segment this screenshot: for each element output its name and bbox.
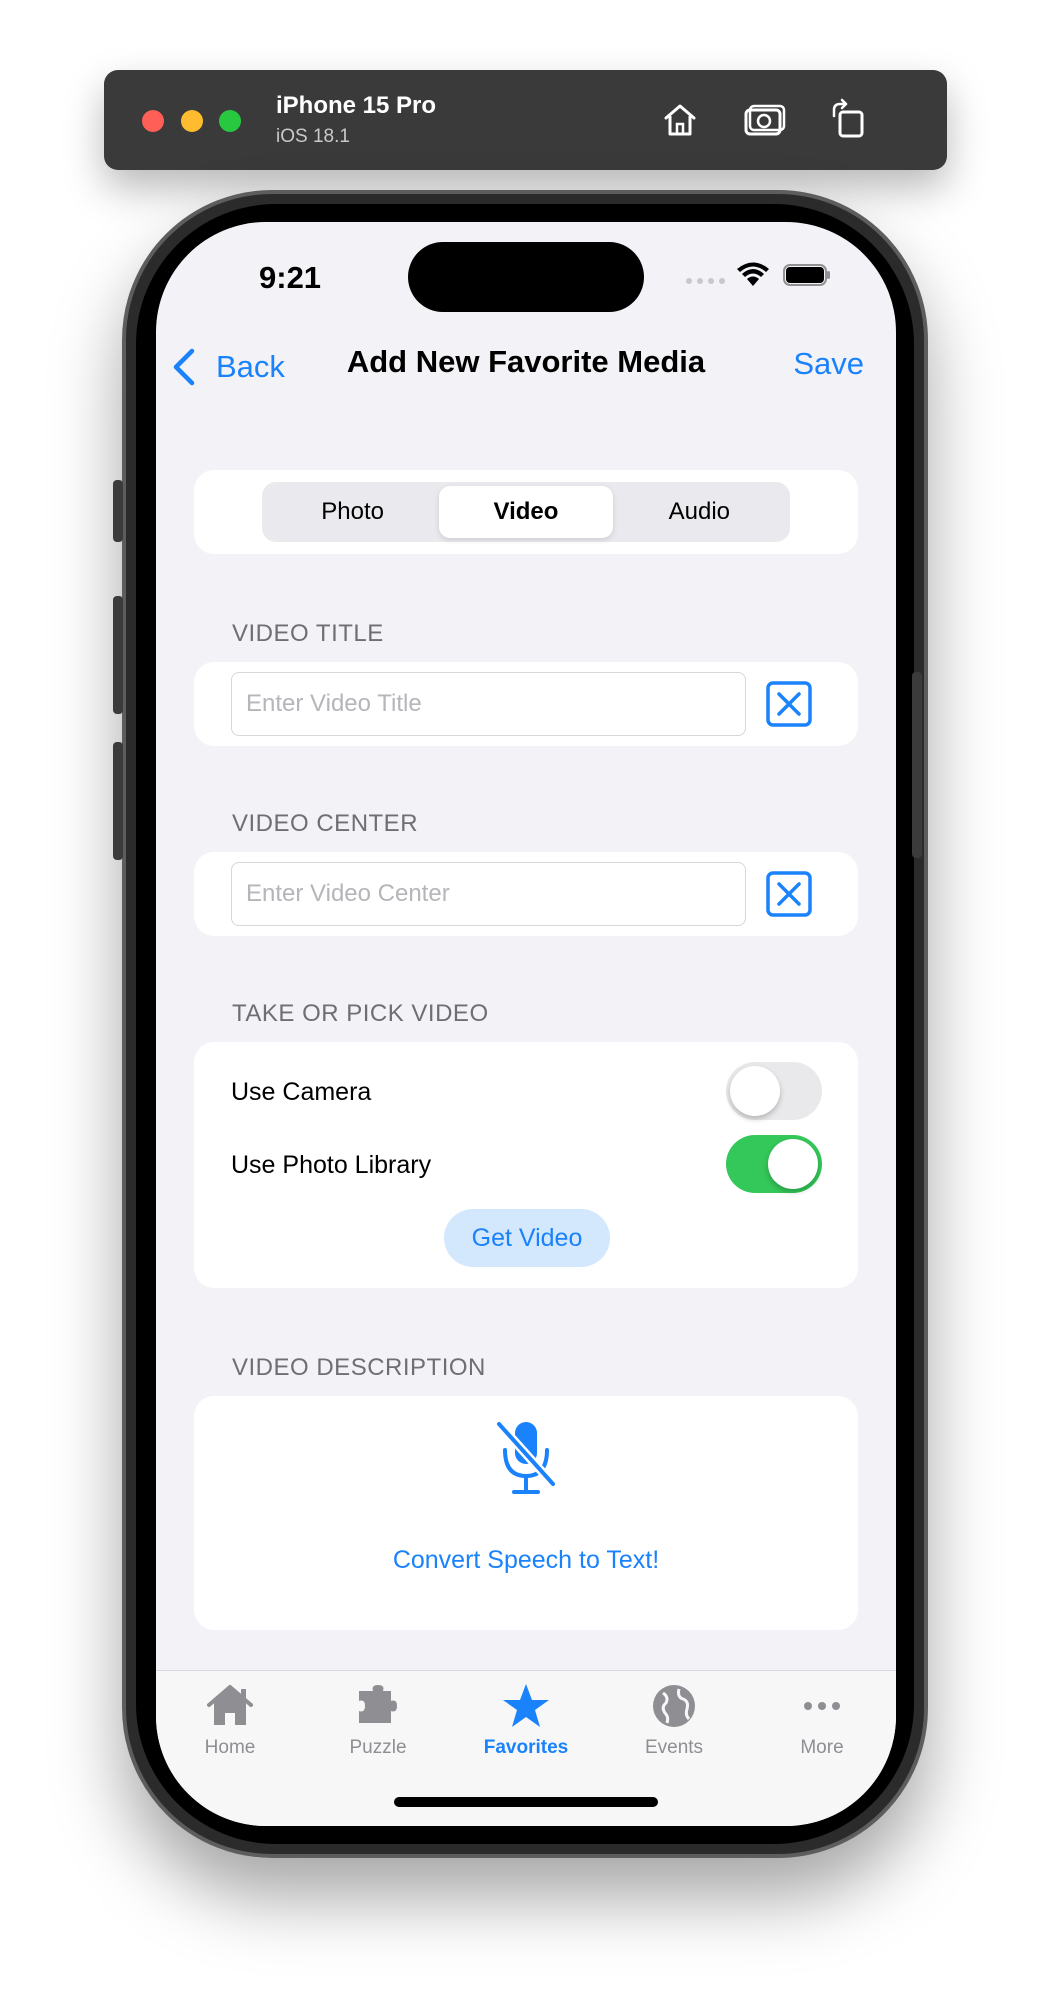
tab-events[interactable]: Events [600, 1681, 748, 1771]
clear-center-icon[interactable] [765, 870, 813, 918]
media-type-segmented-control: Photo Video Audio [262, 482, 790, 542]
dynamic-island [408, 242, 644, 312]
tab-favorites-label: Favorites [483, 1737, 569, 1758]
video-title-card [194, 662, 858, 746]
toggle-knob [730, 1066, 780, 1116]
globe-icon [653, 1685, 695, 1727]
video-title-label: VIDEO TITLE [232, 620, 384, 647]
convert-speech-link[interactable]: Convert Speech to Text! [194, 1546, 858, 1575]
video-description-label: VIDEO DESCRIPTION [232, 1354, 486, 1381]
tab-home[interactable]: Home [156, 1681, 304, 1771]
tab-puzzle[interactable]: Puzzle [304, 1681, 452, 1771]
screenshot-icon [744, 104, 786, 136]
rotate-icon [832, 98, 864, 138]
status-time: 9:21 [259, 260, 322, 295]
puzzle-icon [359, 1685, 397, 1723]
use-camera-label: Use Camera [231, 1078, 372, 1106]
tab-more-label: More [800, 1737, 844, 1758]
wifi-icon [737, 262, 769, 286]
device-name: iPhone 15 Pro [276, 92, 437, 119]
volume-up-button [113, 596, 123, 714]
star-icon [503, 1684, 549, 1727]
mic-slash-icon[interactable] [491, 1418, 561, 1498]
video-center-card [194, 852, 858, 936]
segment-audio[interactable]: Audio [613, 486, 786, 538]
take-pick-card: Use Camera Use Photo Library Get Video [194, 1042, 858, 1288]
tab-home-label: Home [204, 1737, 256, 1758]
use-library-label: Use Photo Library [231, 1151, 432, 1179]
use-library-toggle[interactable] [726, 1135, 822, 1193]
video-center-input[interactable] [231, 862, 746, 926]
power-button [912, 672, 922, 858]
save-button[interactable]: Save [793, 346, 864, 382]
tab-favorites[interactable]: Favorites [452, 1681, 600, 1771]
battery-icon [783, 264, 830, 286]
tab-puzzle-label: Puzzle [349, 1737, 407, 1758]
home-indicator[interactable] [394, 1797, 658, 1807]
simulator-toolbar: iPhone 15 Pro iOS 18.1 [104, 70, 947, 170]
volume-down-button [113, 742, 123, 860]
get-video-button[interactable]: Get Video [444, 1209, 610, 1267]
os-version: iOS 18.1 [276, 126, 350, 147]
use-camera-toggle[interactable] [726, 1062, 822, 1120]
house-icon [207, 1685, 253, 1725]
zoom-window-button[interactable] [219, 110, 241, 132]
video-description-card: Convert Speech to Text! [194, 1396, 858, 1630]
home-icon [664, 104, 696, 136]
take-pick-label: TAKE OR PICK VIDEO [232, 1000, 489, 1027]
clear-title-icon[interactable] [765, 680, 813, 728]
minimize-window-button[interactable] [181, 110, 203, 132]
toggle-knob [768, 1139, 818, 1189]
segment-photo[interactable]: Photo [266, 486, 439, 538]
ellipsis-icon [804, 1702, 840, 1710]
stage: iPhone 15 Pro iOS 18.1 9:21 Back Add New… [0, 0, 1053, 1999]
segment-video[interactable]: Video [439, 486, 613, 538]
media-type-card: Photo Video Audio [194, 470, 858, 554]
tab-more[interactable]: More [748, 1681, 896, 1771]
page-title: Add New Favorite Media [346, 344, 706, 379]
phone-screen: 9:21 Back Add New Favorite Media Save Ph… [156, 222, 896, 1826]
close-window-button[interactable] [142, 110, 164, 132]
home-button[interactable] [656, 96, 704, 144]
video-center-label: VIDEO CENTER [232, 810, 419, 837]
cellular-dots-icon [686, 278, 725, 284]
tab-events-label: Events [644, 1737, 704, 1758]
action-button [113, 480, 123, 542]
rotate-button[interactable] [824, 96, 872, 144]
screenshot-button[interactable] [740, 96, 788, 144]
video-title-input[interactable] [231, 672, 746, 736]
